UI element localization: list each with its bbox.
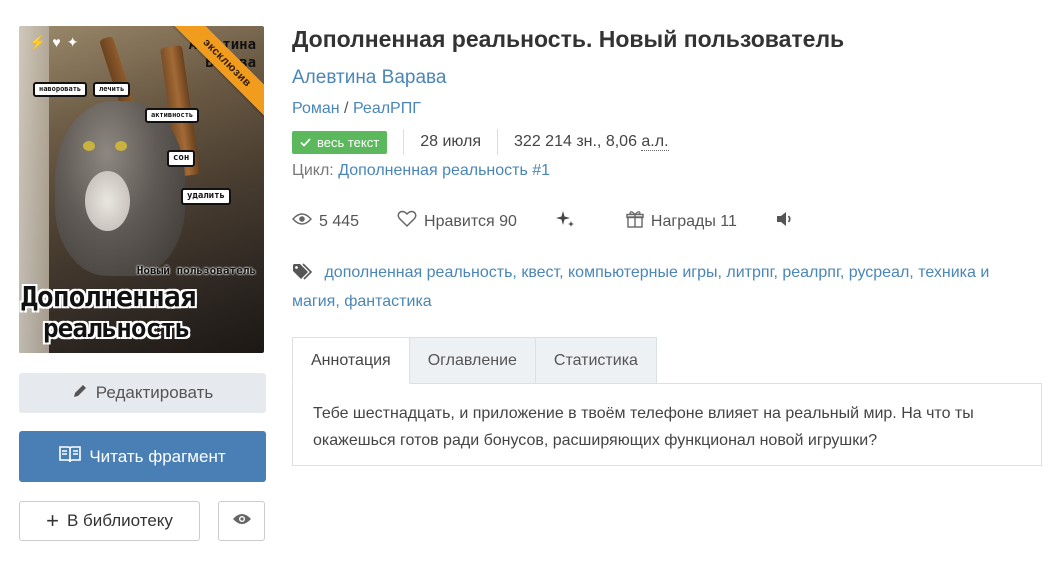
tag-link[interactable]: литрпг (726, 264, 773, 281)
cycle-number: #1 (532, 162, 551, 179)
read-fragment-button[interactable]: Читать фрагмент (19, 431, 266, 482)
eye-icon (292, 212, 319, 231)
tab-contents[interactable]: Оглавление (408, 337, 536, 384)
cover-bubble: удалить (181, 188, 231, 205)
cover-bubble: сон (167, 150, 196, 167)
cover-cat-eye (115, 141, 127, 151)
audio-button[interactable] (775, 211, 802, 232)
tag-link[interactable]: реалрпг (782, 264, 839, 281)
cover-bubble: лечить (93, 82, 131, 97)
gift-icon (626, 210, 651, 233)
cycle: Цикл: Дополненная реальность #1 (292, 162, 550, 180)
tabs: Аннотация Оглавление Статистика (292, 337, 657, 384)
read-fragment-label: Читать фрагмент (89, 446, 226, 466)
tag-icon (292, 263, 318, 284)
add-to-library-label: В библиотеку (66, 511, 173, 530)
book-title: Дополненная реальность. Новый пользовате… (292, 26, 845, 52)
heart-icon (397, 210, 424, 233)
tag-link[interactable]: компьютерные игры (568, 264, 718, 281)
sparkle-icon (555, 210, 582, 233)
cycle-label: Цикл: (292, 162, 334, 179)
sparkle-button[interactable] (555, 210, 582, 233)
divider (497, 129, 499, 155)
cover-cat-eye (83, 141, 95, 151)
publish-date: 28 июля (420, 133, 482, 150)
add-to-library-button[interactable]: + В библиотеку (19, 501, 200, 541)
views-stat: 5 445 (292, 212, 359, 231)
cycle-name: Дополненная реальность (338, 162, 528, 179)
author-sheets-abbr: а.л. (641, 133, 669, 151)
edit-button[interactable]: Редактировать (19, 373, 266, 413)
tag-link[interactable]: дополненная реальность (324, 264, 512, 281)
cover-cat (55, 101, 185, 276)
cover-bubble: наворовать (33, 82, 88, 97)
like-button[interactable]: Нравится 90 (397, 210, 517, 233)
cover-icons: ⚡♥✦ (29, 34, 85, 50)
plus-icon: + (46, 508, 59, 533)
cover-title: Дополненная (21, 280, 196, 313)
full-text-label: весь текст (317, 134, 380, 150)
tag-link[interactable]: фантастика (344, 293, 431, 310)
tag-link[interactable]: квест (521, 264, 559, 281)
cover-subtitle: Новый пользователь (136, 264, 256, 277)
book-meta: весь текст 28 июля 322 214 зн., 8,06 а.л… (292, 129, 669, 155)
book-cover[interactable]: ⚡♥✦ Алевтина Варава наворовать лечить ак… (19, 26, 264, 353)
genre-separator: / (339, 100, 353, 117)
book-size-value: 322 214 зн., 8,06 (514, 133, 642, 150)
stats-bar: 5 445 Нравится 90 Награды 11 (292, 210, 840, 233)
cycle-link[interactable]: Дополненная реальность #1 (338, 162, 550, 179)
views-count: 5 445 (319, 212, 360, 230)
genre-link[interactable]: Роман (292, 100, 340, 117)
cover-cat-chest (85, 171, 130, 231)
annotation-panel: Тебе шестнадцать, и приложение в твоём т… (292, 383, 1042, 466)
pencil-icon (72, 383, 88, 404)
edit-button-label: Редактировать (95, 383, 214, 402)
check-icon (300, 135, 311, 150)
cover-bubble: активность (145, 108, 200, 123)
left-column: ⚡♥✦ Алевтина Варава наворовать лечить ак… (19, 26, 266, 541)
watch-button[interactable] (218, 501, 265, 541)
awards-label: Награды (650, 212, 716, 230)
genre-link[interactable]: РеалРПГ (353, 100, 421, 117)
full-text-badge: весь текст (292, 130, 388, 154)
genres: Роман / РеалРПГ (292, 100, 421, 118)
divider (403, 129, 405, 155)
awards-count: 11 (720, 212, 737, 230)
tags: дополненная реальность, квест, компьютер… (292, 263, 990, 310)
book-size: 322 214 зн., 8,06 а.л. (514, 133, 669, 151)
likes-count: 90 (499, 212, 517, 230)
eye-icon (232, 511, 252, 531)
book-icon (59, 445, 82, 468)
tab-annotation[interactable]: Аннотация (292, 337, 410, 384)
author-link[interactable]: Алевтина Варава (292, 67, 446, 89)
speaker-icon (775, 211, 802, 232)
cover-title: реальность (43, 314, 191, 344)
tag-link[interactable]: русреал (849, 264, 910, 281)
likes-label: Нравится (424, 212, 495, 230)
tab-statistics[interactable]: Статистика (534, 337, 657, 384)
annotation-text: Тебе шестнадцать, и приложение в твоём т… (313, 405, 974, 449)
awards-button[interactable]: Награды 11 (626, 210, 737, 233)
